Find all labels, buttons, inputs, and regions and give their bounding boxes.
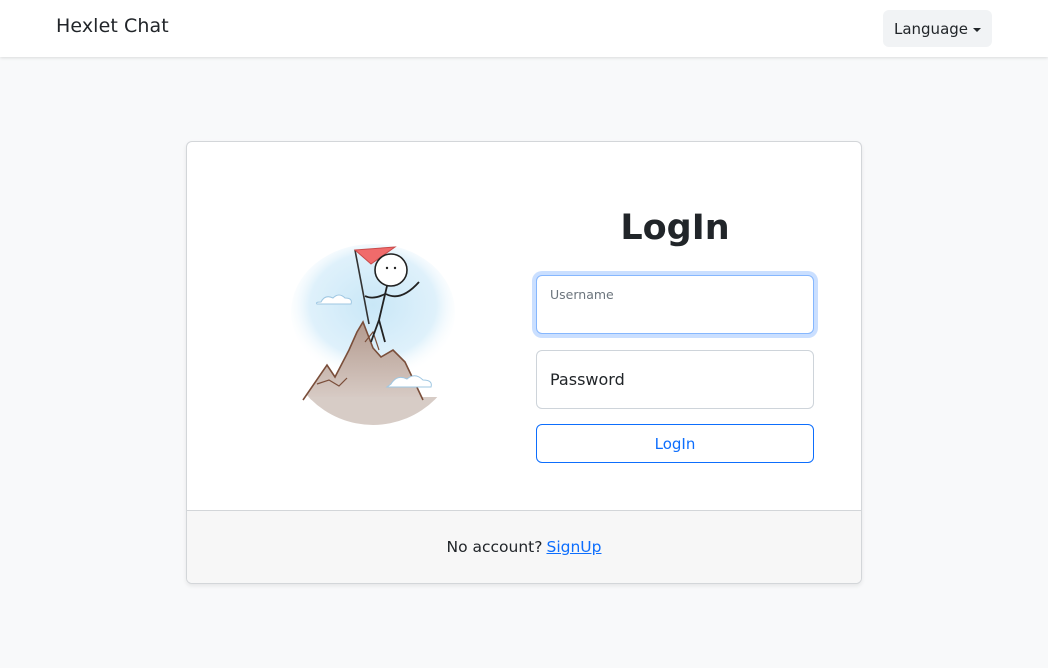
username-label: Username: [550, 287, 614, 302]
login-button[interactable]: LogIn: [536, 424, 814, 463]
no-account-text: No account?: [446, 538, 543, 556]
language-dropdown-button[interactable]: Language: [883, 10, 992, 47]
caret-down-icon: [973, 27, 982, 32]
signup-link[interactable]: SignUp: [546, 538, 601, 556]
username-field[interactable]: Username: [536, 275, 814, 334]
top-navbar: Hexlet Chat Language: [0, 0, 1048, 57]
language-button-label: Language: [893, 19, 969, 38]
password-field[interactable]: Password: [536, 350, 814, 409]
password-label: Password: [550, 370, 625, 389]
login-title: LogIn: [620, 208, 730, 248]
username-input[interactable]: [549, 306, 799, 326]
login-card: LogIn Username Password LogIn No account…: [186, 141, 862, 584]
card-footer: No account? SignUp: [187, 510, 861, 583]
climber-on-mountain-illustration: [283, 242, 463, 432]
brand-link[interactable]: Hexlet Chat: [56, 15, 169, 37]
